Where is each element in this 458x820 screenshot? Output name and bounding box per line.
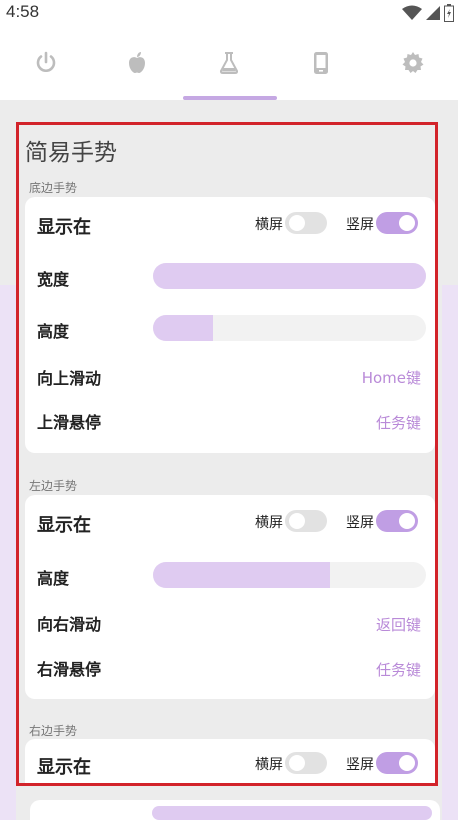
- status-time: 4:58: [6, 2, 40, 21]
- hover-label: 上滑悬停: [37, 413, 102, 432]
- card-right-gesture: 显示在 横屏 竖屏: [25, 739, 435, 783]
- status-bar: 4:58: [0, 0, 458, 26]
- battery-icon: [444, 4, 454, 22]
- portrait-switch[interactable]: [376, 212, 418, 234]
- show-on-label: 显示在: [37, 757, 91, 778]
- portrait-switch[interactable]: [376, 752, 418, 774]
- width-label: 宽度: [37, 270, 70, 289]
- landscape-label: 横屏: [255, 217, 283, 233]
- hover-value[interactable]: 任务键: [376, 659, 421, 680]
- tab-power[interactable]: [0, 26, 92, 100]
- status-icons: [402, 4, 454, 22]
- width-slider[interactable]: [153, 263, 426, 289]
- portrait-label: 竖屏: [346, 757, 374, 773]
- hover-label: 右滑悬停: [37, 660, 102, 679]
- tab-flask[interactable]: [183, 26, 275, 100]
- swipe-up-label: 向上滑动: [37, 369, 102, 388]
- phone-icon: [314, 52, 328, 74]
- tab-bar: [0, 26, 458, 100]
- landscape-label: 横屏: [255, 757, 283, 773]
- swipe-right-label: 向右滑动: [37, 615, 102, 634]
- page-title: 简易手势: [25, 140, 117, 166]
- landscape-switch[interactable]: [285, 212, 327, 234]
- height-slider[interactable]: [153, 562, 426, 588]
- height-label: 高度: [37, 569, 70, 588]
- section-label-bottom: 底边手势: [29, 181, 78, 195]
- cell-signal-icon: [426, 6, 440, 20]
- background-decoration-left: [0, 285, 16, 820]
- card-bottom-gesture: 显示在 横屏 竖屏 宽度 高度 向上滑动 Home键 上滑悬停 任务键: [25, 197, 435, 453]
- tab-phone[interactable]: [275, 26, 367, 100]
- flask-icon: [219, 52, 239, 74]
- background-card-ghost: [30, 800, 440, 820]
- swipe-right-value[interactable]: 返回键: [376, 614, 421, 635]
- gear-icon: [402, 52, 424, 73]
- tab-settings[interactable]: [367, 26, 458, 100]
- tab-apple[interactable]: [91, 26, 183, 100]
- hover-value[interactable]: 任务键: [376, 412, 421, 433]
- card-left-gesture: 显示在 横屏 竖屏 高度 向右滑动 返回键 右滑悬停 任务键: [25, 495, 435, 699]
- power-icon: [36, 51, 56, 72]
- landscape-switch[interactable]: [285, 510, 327, 532]
- wifi-icon: [402, 5, 422, 20]
- height-slider[interactable]: [153, 315, 426, 341]
- background-decoration-right: [442, 285, 458, 820]
- swipe-up-value[interactable]: Home键: [362, 367, 421, 388]
- show-on-label: 显示在: [37, 515, 91, 536]
- landscape-label: 横屏: [255, 515, 283, 531]
- simple-gestures-panel: 简易手势 底边手势 显示在 横屏 竖屏 宽度 高度 向上滑动 Home键 上滑悬…: [16, 122, 438, 786]
- portrait-label: 竖屏: [346, 515, 374, 531]
- height-label: 高度: [37, 322, 70, 341]
- portrait-switch[interactable]: [376, 510, 418, 532]
- show-on-label: 显示在: [37, 217, 91, 238]
- apple-icon: [129, 52, 145, 73]
- landscape-switch[interactable]: [285, 752, 327, 774]
- section-label-left: 左边手势: [29, 479, 78, 493]
- section-label-right: 右边手势: [29, 724, 78, 738]
- portrait-label: 竖屏: [346, 217, 374, 233]
